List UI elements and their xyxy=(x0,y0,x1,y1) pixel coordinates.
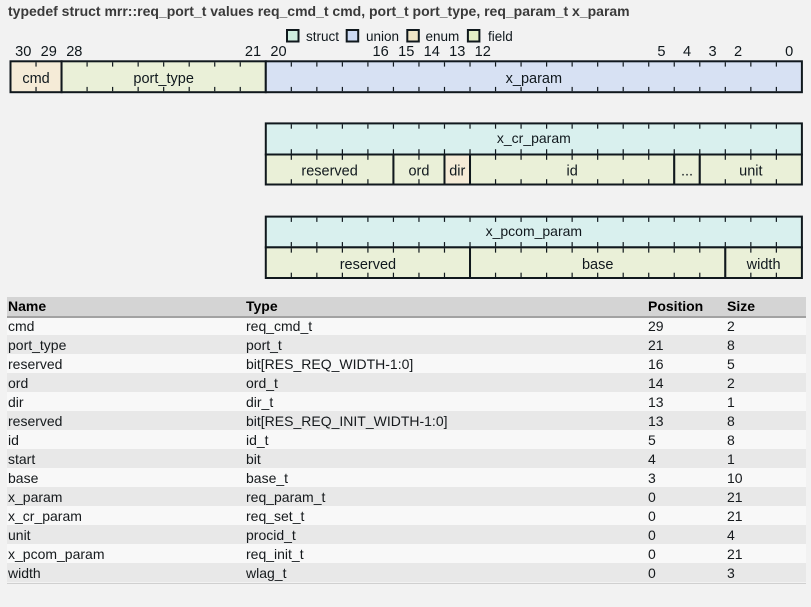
svg-text:unit: unit xyxy=(739,164,762,180)
svg-text:x_cr_param: x_cr_param xyxy=(497,130,571,146)
svg-text:4: 4 xyxy=(683,44,691,60)
svg-text:x_param: x_param xyxy=(506,71,562,87)
svg-text:15: 15 xyxy=(398,44,414,60)
svg-text:dir: dir xyxy=(449,164,465,180)
svg-text:5: 5 xyxy=(657,44,665,60)
svg-text:2: 2 xyxy=(734,44,742,60)
svg-text:reserved: reserved xyxy=(340,257,396,273)
svg-text:0: 0 xyxy=(785,44,793,60)
svg-text:29: 29 xyxy=(41,44,57,60)
svg-text:field: field xyxy=(488,29,513,44)
svg-text:port_type: port_type xyxy=(133,71,193,87)
svg-text:struct: struct xyxy=(306,29,339,44)
svg-text:reserved: reserved xyxy=(301,164,357,180)
svg-text:13: 13 xyxy=(449,44,465,60)
svg-text:20: 20 xyxy=(270,44,286,60)
svg-text:cmd: cmd xyxy=(22,71,49,87)
svg-text:id: id xyxy=(566,164,577,180)
svg-text:30: 30 xyxy=(15,44,31,60)
svg-text:21: 21 xyxy=(245,44,261,60)
svg-text:3: 3 xyxy=(708,44,716,60)
svg-text:width: width xyxy=(746,257,781,273)
svg-text:base: base xyxy=(582,257,613,273)
svg-text:...: ... xyxy=(681,164,693,180)
svg-text:enum: enum xyxy=(426,29,460,44)
svg-text:14: 14 xyxy=(424,44,440,60)
svg-text:12: 12 xyxy=(475,44,491,60)
svg-text:ord: ord xyxy=(408,164,429,180)
svg-text:x_pcom_param: x_pcom_param xyxy=(486,223,583,239)
svg-text:union: union xyxy=(366,29,399,44)
svg-text:28: 28 xyxy=(66,44,82,60)
svg-text:16: 16 xyxy=(373,44,389,60)
